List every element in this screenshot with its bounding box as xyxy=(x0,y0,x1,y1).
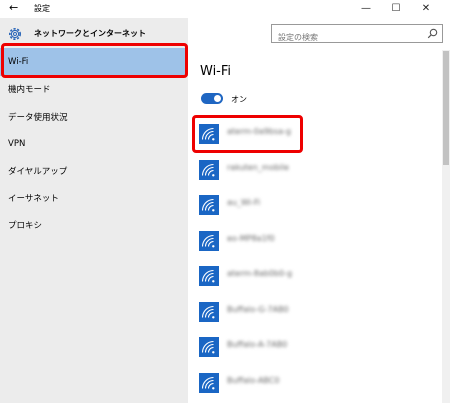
network-list-item[interactable]: rakuten_mobile xyxy=(199,160,429,180)
network-name: au_Wi-Fi xyxy=(227,198,261,207)
gear-icon xyxy=(9,28,21,40)
wifi-signal-icon xyxy=(199,373,219,393)
network-list-item[interactable]: Buffalo-ABC0 xyxy=(199,373,429,393)
scrollbar-thumb[interactable] xyxy=(443,51,449,165)
network-name: aterm-0a9bsa-g xyxy=(227,127,291,136)
network-list-item[interactable]: Buffalo-G-7AB0 xyxy=(199,302,429,322)
wifi-signal-icon xyxy=(199,124,219,144)
window-title: 設定 xyxy=(34,4,50,13)
network-name: Buffalo-ABC0 xyxy=(227,376,280,385)
minimize-button[interactable]: — xyxy=(352,0,380,18)
wifi-signal-icon xyxy=(199,195,219,215)
sidebar-item-dialup[interactable]: ダイヤルアップ xyxy=(0,158,188,186)
sidebar-item-proxy[interactable]: プロキシ xyxy=(0,212,188,240)
close-button[interactable]: ✕ xyxy=(412,0,440,18)
sidebar-item-airplane-mode[interactable]: 機内モード xyxy=(0,76,188,104)
network-name: Buffalo-A-7AB0 xyxy=(227,340,288,349)
network-list-item[interactable]: aterm-8ab0b0-g xyxy=(199,266,429,286)
search-box[interactable] xyxy=(271,24,443,46)
sidebar-item-vpn[interactable]: VPN xyxy=(0,130,188,158)
toggle-state-label: オン xyxy=(231,95,247,104)
sidebar-item-wifi[interactable]: Wi-Fi xyxy=(0,48,188,76)
back-arrow-icon[interactable]: ← xyxy=(9,1,18,15)
network-name: rakuten_mobile xyxy=(227,163,289,172)
network-list-item[interactable]: aterm-0a9bsa-g xyxy=(199,124,429,144)
title-bar: ← 設定 — ☐ ✕ xyxy=(0,0,450,18)
network-name: Buffalo-G-7AB0 xyxy=(227,305,289,314)
network-name: aterm-8ab0b0-g xyxy=(227,269,293,278)
app-title: ネットワークとインターネット xyxy=(34,29,146,38)
search-input[interactable] xyxy=(272,29,422,46)
network-list-item[interactable]: Buffalo-A-7AB0 xyxy=(199,337,429,357)
toggle-knob xyxy=(214,95,221,102)
scrollbar[interactable] xyxy=(442,50,450,403)
sidebar: ネットワークとインターネット Wi-Fi 機内モード データ使用状況 VPN ダ… xyxy=(0,18,188,403)
sidebar-item-ethernet[interactable]: イーサネット xyxy=(0,185,188,213)
maximize-button[interactable]: ☐ xyxy=(382,0,410,18)
network-list-item[interactable]: eo-MP8a1f0 xyxy=(199,231,429,251)
search-icon[interactable] xyxy=(427,28,438,39)
wifi-signal-icon xyxy=(199,302,219,322)
wifi-signal-icon xyxy=(199,266,219,286)
network-name: eo-MP8a1f0 xyxy=(227,234,275,243)
network-list-item[interactable]: au_Wi-Fi xyxy=(199,195,429,215)
sidebar-item-data-usage[interactable]: データ使用状況 xyxy=(0,104,188,132)
wifi-signal-icon xyxy=(199,231,219,251)
wifi-toggle[interactable] xyxy=(201,93,223,104)
wifi-signal-icon xyxy=(199,337,219,357)
page-title: Wi-Fi xyxy=(200,64,232,79)
wifi-signal-icon xyxy=(199,160,219,180)
app-header: ネットワークとインターネット xyxy=(0,24,188,44)
